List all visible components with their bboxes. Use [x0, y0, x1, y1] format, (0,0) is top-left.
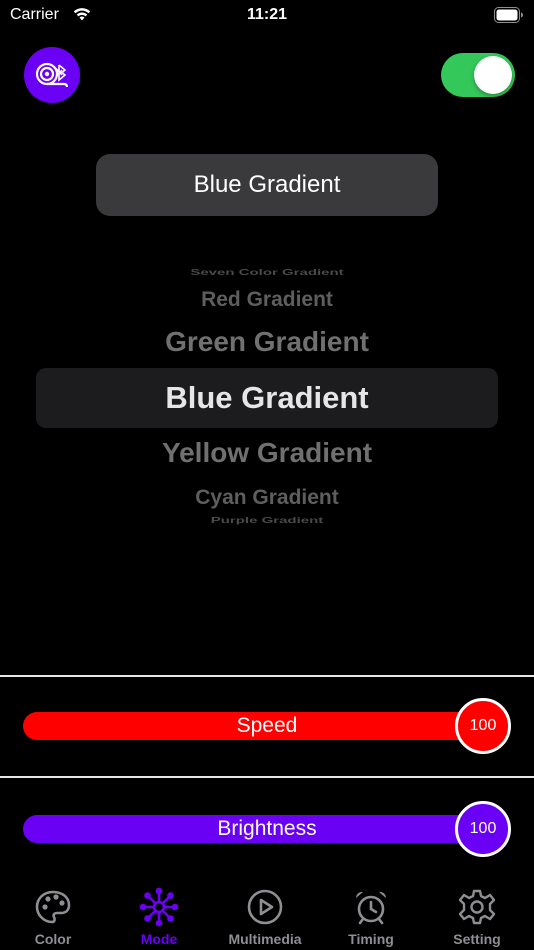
mode-burst-icon — [139, 887, 179, 927]
palette-icon — [35, 890, 71, 924]
tab-label: Timing — [348, 931, 394, 947]
tab-label: Mode — [140, 931, 178, 947]
alarm-clock-icon — [355, 891, 387, 925]
speed-slider[interactable]: Speed 100 — [23, 698, 513, 754]
light-strip-bluetooth-icon — [35, 62, 69, 88]
gear-icon — [458, 889, 496, 925]
tab-setting[interactable]: Setting — [424, 880, 530, 950]
brightness-label: Brightness — [217, 817, 317, 840]
tab-bar: Color Mode Multimedia Timing Setting — [0, 880, 534, 950]
brightness-value: 100 — [469, 820, 497, 837]
mode-select-button[interactable]: Blue Gradient — [96, 154, 438, 216]
mode-picker[interactable]: Seven Color Gradient Red Gradient Green … — [0, 262, 534, 527]
device-connect-button[interactable] — [24, 47, 80, 103]
picker-item[interactable]: Green Gradient — [0, 326, 534, 358]
toggle-knob — [474, 56, 512, 94]
picker-item[interactable]: Yellow Gradient — [0, 437, 534, 469]
speed-label: Speed — [236, 714, 298, 737]
play-circle-icon — [247, 889, 283, 925]
status-time: 11:21 — [246, 6, 288, 23]
battery-icon — [494, 7, 523, 23]
tab-multimedia[interactable]: Multimedia — [212, 880, 318, 950]
picker-item[interactable]: Purple Gradient — [0, 516, 534, 525]
brightness-thumb[interactable]: 100 — [455, 801, 511, 857]
status-bar: Carrier 11:21 — [0, 0, 534, 32]
tab-mode[interactable]: Mode — [106, 880, 212, 950]
tab-label: Multimedia — [228, 931, 302, 947]
picker-item[interactable]: Red Gradient — [0, 288, 534, 312]
divider — [0, 675, 534, 677]
tab-timing[interactable]: Timing — [318, 880, 424, 950]
picker-item-selected[interactable]: Blue Gradient — [0, 380, 534, 416]
brightness-slider[interactable]: Brightness 100 — [23, 801, 513, 857]
power-toggle[interactable] — [441, 53, 515, 97]
divider — [0, 776, 534, 778]
speed-value: 100 — [469, 717, 497, 734]
picker-item[interactable]: Cyan Gradient — [0, 486, 534, 510]
picker-item[interactable]: Seven Color Gradient — [0, 268, 534, 277]
speed-thumb[interactable]: 100 — [455, 698, 511, 754]
tab-label: Setting — [453, 931, 501, 947]
tab-color[interactable]: Color — [0, 880, 106, 950]
tab-label: Color — [34, 931, 72, 947]
